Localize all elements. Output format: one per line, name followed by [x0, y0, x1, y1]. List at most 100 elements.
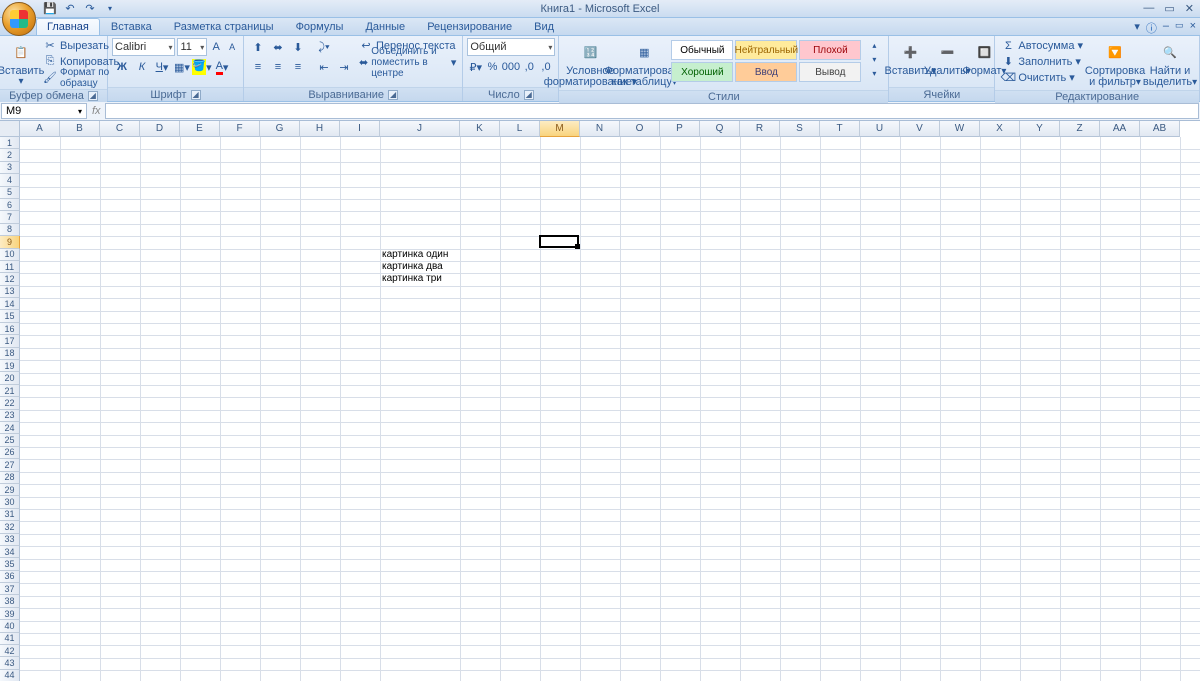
tab-вставка[interactable]: Вставка — [100, 18, 163, 35]
row-header[interactable]: 5 — [0, 187, 20, 199]
ribbon-close-icon[interactable]: – — [1163, 20, 1169, 36]
tab-разметка страницы[interactable]: Разметка страницы — [163, 18, 285, 35]
row-header[interactable]: 31 — [0, 509, 20, 521]
italic-button[interactable]: К — [132, 58, 152, 76]
autosum-button[interactable]: ΣАвтосумма▾ — [999, 38, 1085, 53]
row-header[interactable]: 3 — [0, 162, 20, 174]
name-box[interactable]: M9▾ — [1, 103, 87, 119]
column-header[interactable]: AB — [1140, 121, 1180, 137]
bold-button[interactable]: Ж — [112, 58, 132, 76]
formula-input[interactable] — [105, 103, 1199, 119]
style-cell[interactable]: Нейтральный — [735, 40, 797, 60]
column-header[interactable]: O — [620, 121, 660, 137]
column-header[interactable]: Z — [1060, 121, 1100, 137]
row-header[interactable]: 9 — [0, 236, 20, 248]
row-header[interactable]: 42 — [0, 645, 20, 657]
underline-button[interactable]: Ч▾ — [152, 58, 172, 76]
column-header[interactable]: M — [540, 121, 580, 137]
row-header[interactable]: 18 — [0, 348, 20, 360]
font-name-combo[interactable]: Calibri▾ — [112, 38, 175, 56]
row-header[interactable]: 11 — [0, 261, 20, 273]
column-header[interactable]: K — [460, 121, 500, 137]
align-right-button[interactable]: ≡ — [288, 58, 308, 76]
row-header[interactable]: 36 — [0, 571, 20, 583]
row-header[interactable]: 21 — [0, 385, 20, 397]
column-header[interactable]: D — [140, 121, 180, 137]
row-header[interactable]: 15 — [0, 310, 20, 322]
column-header[interactable]: J — [380, 121, 460, 137]
clipboard-dialog-icon[interactable]: ◢ — [88, 91, 98, 101]
clear-button[interactable]: ⌫Очистить▾ — [999, 70, 1085, 85]
shrink-font-button[interactable]: A — [225, 38, 239, 56]
cell-styles-gallery[interactable]: ОбычныйНейтральныйПлохой ХорошийВводВыво… — [671, 38, 861, 82]
column-header[interactable]: B — [60, 121, 100, 137]
row-header[interactable]: 1 — [0, 137, 20, 149]
row-header[interactable]: 20 — [0, 372, 20, 384]
style-cell[interactable]: Плохой — [799, 40, 861, 60]
column-header[interactable]: L — [500, 121, 540, 137]
style-cell[interactable]: Вывод — [799, 62, 861, 82]
column-header[interactable]: I — [340, 121, 380, 137]
ribbon-minimize-icon[interactable]: ▾ — [1134, 20, 1140, 36]
column-header[interactable]: S — [780, 121, 820, 137]
column-header[interactable]: U — [860, 121, 900, 137]
row-header[interactable]: 38 — [0, 595, 20, 607]
row-header[interactable]: 26 — [0, 447, 20, 459]
sort-filter-button[interactable]: 🔽Сортировка и фильтр▾ — [1088, 38, 1142, 90]
format-as-table-button[interactable]: ▦Форматировать как таблицу▾ — [620, 38, 668, 90]
column-header[interactable]: V — [900, 121, 940, 137]
column-header[interactable]: AA — [1100, 121, 1140, 137]
orientation-button[interactable]: ⤸▾ — [314, 38, 334, 56]
align-top-button[interactable]: ⬆ — [248, 38, 268, 56]
fill-button[interactable]: ⬇Заполнить▾ — [999, 54, 1085, 69]
font-color-button[interactable]: A▾ — [212, 58, 232, 76]
ribbon-x-icon[interactable]: × — [1190, 20, 1196, 36]
row-header[interactable]: 4 — [0, 174, 20, 186]
row-header[interactable]: 43 — [0, 657, 20, 669]
indent-decrease-button[interactable]: ⇤ — [314, 58, 334, 76]
align-bottom-button[interactable]: ⬇ — [288, 38, 308, 56]
currency-button[interactable]: ₽▾ — [467, 58, 484, 76]
help-icon[interactable]: ⓘ — [1146, 20, 1157, 36]
row-header[interactable]: 22 — [0, 397, 20, 409]
select-all-corner[interactable] — [0, 121, 20, 137]
tab-рецензирование[interactable]: Рецензирование — [416, 18, 523, 35]
alignment-dialog-icon[interactable]: ◢ — [388, 90, 398, 100]
cell-value[interactable]: картинка два — [380, 261, 443, 272]
row-header[interactable]: 23 — [0, 410, 20, 422]
style-cell[interactable]: Ввод — [735, 62, 797, 82]
font-dialog-icon[interactable]: ◢ — [191, 90, 201, 100]
row-header[interactable]: 35 — [0, 558, 20, 570]
column-header[interactable]: F — [220, 121, 260, 137]
gallery-down-icon[interactable]: ▾ — [864, 52, 884, 66]
fx-icon[interactable]: fx — [92, 105, 101, 117]
font-size-combo[interactable]: 11▾ — [177, 38, 207, 56]
row-header[interactable]: 2 — [0, 149, 20, 161]
row-header[interactable]: 25 — [0, 434, 20, 446]
align-left-button[interactable]: ≡ — [248, 58, 268, 76]
row-header[interactable]: 19 — [0, 360, 20, 372]
tab-данные[interactable]: Данные — [354, 18, 416, 35]
number-dialog-icon[interactable]: ◢ — [524, 90, 534, 100]
column-header[interactable]: C — [100, 121, 140, 137]
column-header[interactable]: G — [260, 121, 300, 137]
row-header[interactable]: 12 — [0, 273, 20, 285]
qat-dropdown-icon[interactable]: ▾ — [102, 1, 118, 17]
column-header[interactable]: Q — [700, 121, 740, 137]
row-header[interactable]: 41 — [0, 633, 20, 645]
find-select-button[interactable]: 🔍Найти и выделить▾ — [1145, 38, 1195, 90]
gallery-more-icon[interactable]: ▾ — [864, 66, 884, 80]
row-header[interactable]: 29 — [0, 484, 20, 496]
cell-value[interactable]: картинка один — [380, 249, 448, 260]
align-middle-button[interactable]: ⬌ — [268, 38, 288, 56]
row-header[interactable]: 6 — [0, 199, 20, 211]
column-header[interactable]: X — [980, 121, 1020, 137]
row-header[interactable]: 7 — [0, 211, 20, 223]
align-center-button[interactable]: ≡ — [268, 58, 288, 76]
column-header[interactable]: H — [300, 121, 340, 137]
style-cell[interactable]: Обычный — [671, 40, 733, 60]
column-header[interactable]: E — [180, 121, 220, 137]
row-header[interactable]: 13 — [0, 286, 20, 298]
maximize-button[interactable]: ▭ — [1164, 2, 1174, 15]
cell-selection[interactable] — [539, 235, 579, 247]
